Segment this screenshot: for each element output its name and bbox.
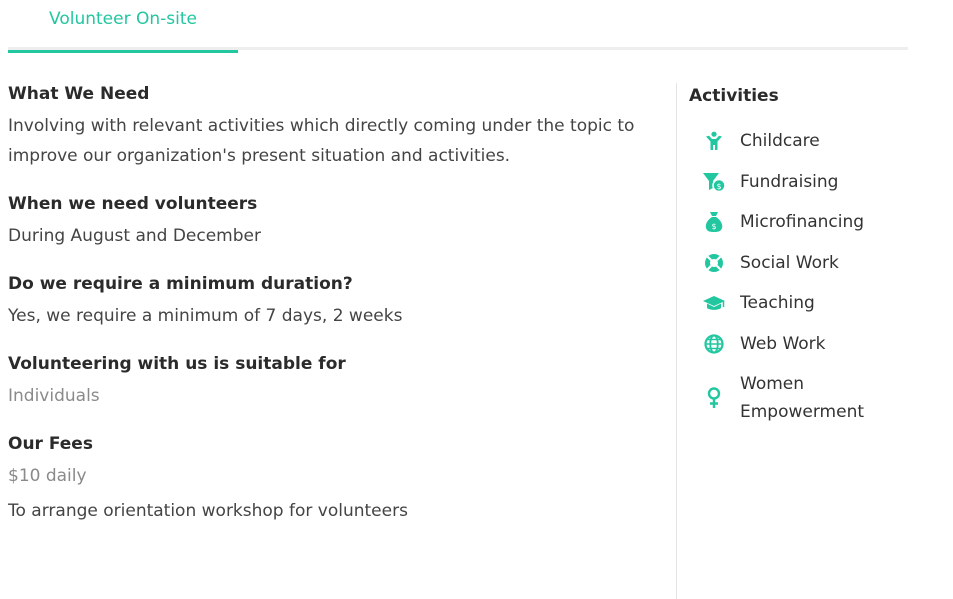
activity-item-women-empowerment: Women Empowerment: [689, 370, 929, 426]
activity-item-microfinancing: $ Microfinancing: [689, 208, 929, 236]
money-bag-icon: $: [701, 209, 727, 235]
child-icon: [701, 128, 727, 154]
activity-item-childcare: Childcare: [689, 127, 929, 155]
section-when-needed: When we need volunteers During August an…: [8, 192, 658, 251]
activity-label: Microfinancing: [740, 212, 865, 232]
section-text: During August and December: [8, 226, 261, 246]
section-heading: When we need volunteers: [8, 194, 258, 214]
tab-bar: Volunteer On-site: [8, 0, 908, 53]
active-tab-indicator: [8, 50, 238, 53]
svg-text:$: $: [711, 222, 716, 231]
activity-item-teaching: Teaching: [689, 289, 929, 317]
globe-icon: [701, 331, 727, 357]
svg-text:$: $: [716, 182, 721, 191]
section-fees: Our Fees $10 daily To arrange orientatio…: [8, 432, 658, 526]
section-suitable-for: Volunteering with us is suitable for Ind…: [8, 352, 658, 411]
graduation-cap-icon: [701, 290, 727, 316]
activity-label: Fundraising: [740, 172, 839, 192]
section-heading: Volunteering with us is suitable for: [8, 354, 346, 374]
fundraising-icon: $: [701, 169, 727, 195]
section-heading: What We Need: [8, 84, 150, 104]
tab-volunteer-on-site[interactable]: Volunteer On-site: [8, 0, 238, 53]
section-heading: Our Fees: [8, 434, 93, 454]
section-what-we-need: What We Need Involving with relevant act…: [8, 82, 658, 171]
activity-label: Teaching: [740, 293, 815, 313]
activity-label: Web Work: [740, 334, 826, 354]
fee-description: To arrange orientation workshop for volu…: [8, 501, 408, 521]
activity-label: Social Work: [740, 253, 839, 273]
activity-item-social-work: Social Work: [689, 249, 929, 277]
activity-label: Childcare: [740, 131, 820, 151]
female-icon: [701, 385, 727, 411]
activity-item-fundraising: $ Fundraising: [689, 168, 929, 196]
activity-item-web-work: Web Work: [689, 330, 929, 358]
lifebuoy-icon: [701, 250, 727, 276]
tab-label: Volunteer On-site: [49, 9, 197, 29]
section-heading: Do we require a minimum duration?: [8, 274, 353, 294]
column-divider: [676, 83, 677, 599]
section-text: Involving with relevant activities which…: [8, 116, 635, 166]
section-minimum-duration: Do we require a minimum duration? Yes, w…: [8, 272, 658, 331]
activities-title: Activities: [689, 86, 779, 106]
activity-label: Women Empowerment: [740, 374, 865, 422]
details-content: What We Need Involving with relevant act…: [8, 82, 658, 547]
section-text: Individuals: [8, 386, 100, 406]
section-text: Yes, we require a minimum of 7 days, 2 w…: [8, 306, 403, 326]
activities-sidebar: Activities Childcare $ Fundraising $ Mic…: [689, 84, 929, 422]
fee-amount: $10 daily: [8, 466, 87, 486]
